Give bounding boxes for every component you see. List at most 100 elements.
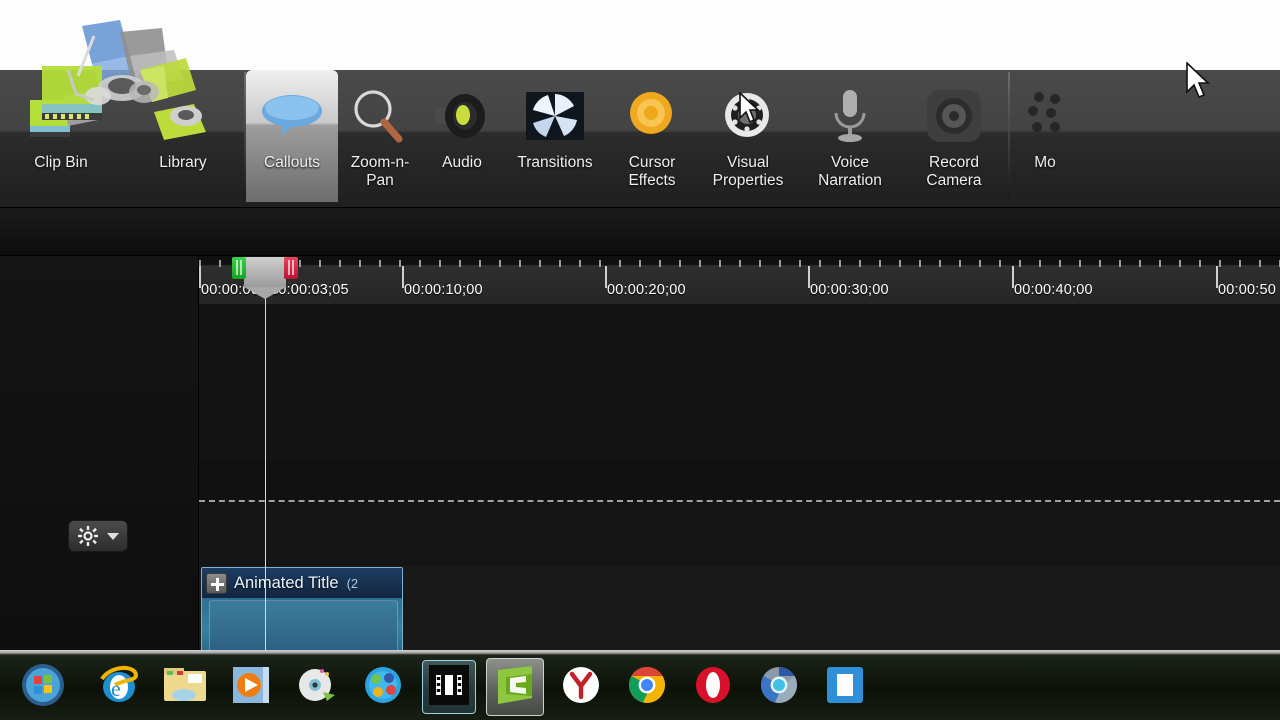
ruler-time-label: 00:00:30;00 — [810, 282, 889, 298]
ruler-minor-tick — [399, 260, 401, 267]
ruler-minor-tick — [979, 260, 981, 267]
toolbar-button-label: Voice Narration — [818, 154, 882, 189]
toolbar-button-label: Mo — [1034, 154, 1056, 171]
ruler-minor-tick — [879, 260, 881, 267]
desktop-top-strip — [0, 0, 1280, 70]
timeline-options-button[interactable] — [68, 520, 128, 552]
ruler-minor-tick — [739, 260, 741, 267]
ruler-minor-tick — [599, 260, 601, 267]
ruler-minor-tick — [1039, 260, 1041, 267]
clip-subtitle: (2 — [346, 575, 359, 591]
camtasia-c-icon — [494, 664, 536, 711]
ruler-minor-tick — [519, 260, 521, 267]
ruler-minor-tick — [339, 260, 341, 267]
camtasia-button[interactable] — [482, 656, 548, 718]
media-player-button[interactable] — [218, 656, 284, 718]
blue-square-icon — [825, 665, 865, 710]
folder-icon — [162, 665, 208, 710]
ruler-time-label: 00:00:10;00 — [404, 282, 483, 298]
ruler-time-label: 00:00:50 — [1218, 282, 1277, 298]
ruler-minor-tick — [659, 260, 661, 267]
ruler-minor-tick — [539, 260, 541, 267]
toolbar-button-label: Callouts — [264, 154, 320, 171]
file-explorer-button[interactable] — [152, 656, 218, 718]
toolbar-button-cursor-effects[interactable]: Cursor Effects — [608, 70, 696, 202]
disc-icon — [295, 664, 339, 711]
ruler-minor-tick — [1119, 260, 1121, 267]
chevron-down-icon — [106, 532, 119, 540]
internet-explorer-button[interactable]: e — [86, 656, 152, 718]
toolbar-button-zoom-n-pan[interactable]: Zoom-n-Pan — [338, 70, 422, 202]
ruler-minor-tick — [1019, 260, 1021, 267]
ruler-minor-tick — [919, 260, 921, 267]
toolbar-button-mo[interactable]: Mo — [1010, 70, 1080, 202]
timeline-canvas[interactable]: Animated Title (2 — [199, 304, 1280, 676]
ruler-minor-tick — [1259, 260, 1261, 267]
ruler-minor-tick — [419, 260, 421, 267]
toolbar-button-voice-narration[interactable]: Voice Narration — [800, 70, 900, 202]
media-player-icon — [229, 664, 273, 711]
main-toolbar: Clip Bin Library Callouts Zoom-n-Pan Aud… — [0, 70, 1280, 208]
movie-maker-button[interactable] — [416, 656, 482, 718]
yandex-y-icon — [560, 664, 602, 711]
toolbar-button-callouts[interactable]: Callouts — [246, 70, 338, 202]
disc-burner-button[interactable] — [284, 656, 350, 718]
callout-bubble-icon — [257, 80, 327, 152]
toolbar-button-label: Audio — [442, 154, 482, 171]
chromium-icon — [757, 663, 801, 712]
ruler-minor-tick — [1139, 260, 1141, 267]
chrome-button[interactable] — [614, 656, 680, 718]
blue-app-button[interactable] — [812, 656, 878, 718]
transitions-icon — [524, 80, 586, 152]
ruler-minor-tick — [1079, 260, 1081, 267]
internet-explorer-icon: e — [97, 663, 141, 712]
opera-o-icon — [692, 664, 734, 711]
ruler-minor-tick — [1239, 260, 1241, 267]
chromium-button[interactable] — [746, 656, 812, 718]
timeline: 00:00:00;00 00:00:03;05 00:00:10;00 00:00:2… — [0, 256, 1280, 676]
ruler-minor-tick — [999, 260, 1001, 267]
selection-in-marker[interactable] — [232, 257, 246, 279]
gear-icon — [77, 526, 98, 546]
ruler-minor-tick — [1219, 260, 1221, 267]
start-orb[interactable] — [0, 656, 86, 718]
ruler-time-label: 00:00:20;00 — [607, 282, 686, 298]
camtasia-window: Clip Bin Library Callouts Zoom-n-Pan Aud… — [0, 0, 1280, 720]
toolbar-button-label: Record Camera — [926, 154, 982, 189]
ruler-time-label: 00:00:40;00 — [1014, 282, 1093, 298]
opera-button[interactable] — [680, 656, 746, 718]
timeline-ruler[interactable]: 00:00:00;00 00:00:03;05 00:00:10;00 00:00:2… — [199, 256, 1280, 304]
ruler-minor-tick — [819, 260, 821, 267]
ruler-minor-tick — [299, 260, 301, 267]
ruler-minor-tick — [1099, 260, 1101, 267]
speaker-icon — [431, 80, 493, 152]
yandex-browser-button[interactable] — [548, 656, 614, 718]
film-strip-icon — [428, 664, 470, 711]
ruler-minor-tick — [639, 260, 641, 267]
chrome-icon — [625, 663, 669, 712]
clip-title-bar: Animated Title (2 — [202, 568, 402, 598]
ruler-minor-tick — [759, 260, 761, 267]
media-center-button[interactable] — [350, 656, 416, 718]
toolbar-button-library[interactable]: Library — [122, 70, 244, 202]
ruler-minor-tick — [779, 260, 781, 267]
toolbar-button-visual-properties[interactable]: Visual Properties — [696, 70, 800, 202]
toolbar-button-record-camera[interactable]: Record Camera — [900, 70, 1008, 202]
ruler-minor-tick — [219, 260, 221, 267]
ruler-minor-tick — [699, 260, 701, 267]
record-camera-icon — [923, 80, 985, 152]
ruler-minor-tick — [1059, 260, 1061, 267]
ruler-minor-tick — [359, 260, 361, 267]
ruler-minor-tick — [379, 260, 381, 267]
toolbar-button-transitions[interactable]: Transitions — [502, 70, 608, 202]
clip-expand-button[interactable] — [206, 572, 227, 594]
cursor-effects-icon — [621, 80, 683, 152]
ruler-minor-tick — [319, 260, 321, 267]
microphone-icon — [825, 80, 875, 152]
selection-out-marker[interactable] — [284, 257, 298, 279]
ruler-minor-tick — [719, 260, 721, 267]
playhead-handle[interactable] — [244, 257, 286, 299]
toolbar-button-audio[interactable]: Audio — [422, 70, 502, 202]
toolbar-button-clip-bin[interactable]: Clip Bin — [0, 70, 122, 202]
ruler-minor-tick — [459, 260, 461, 267]
